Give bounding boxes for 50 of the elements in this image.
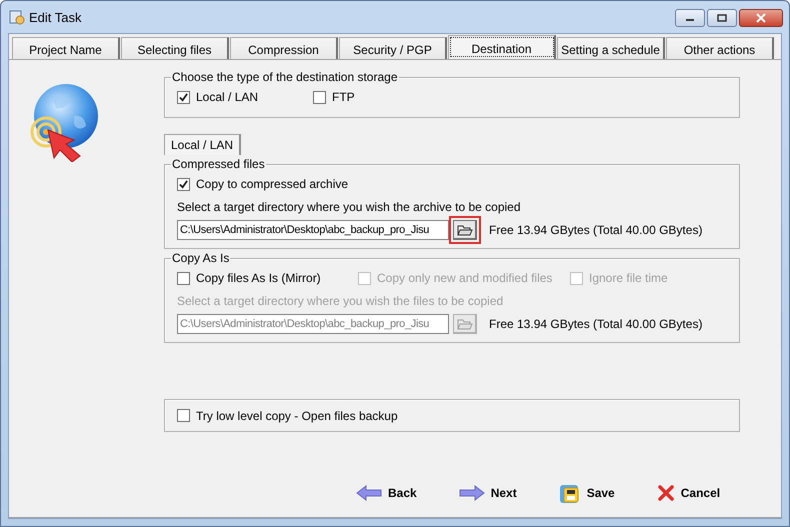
group-label: Compressed files [171,157,266,171]
tab[interactable]: Security / PGP [339,37,447,59]
checkbox-label: Copy only new and modified files [377,271,552,285]
checkbox-label: Copy to compressed archive [196,177,348,191]
app-icon [9,9,25,25]
cancel-button[interactable]: Cancel [654,482,722,504]
checkbox-box[interactable] [177,90,190,104]
checkbox-box[interactable] [177,409,190,422]
checkbox-label: Copy files As Is (Mirror) [196,271,321,285]
right-arrow-icon [458,485,485,501]
folder-icon [456,316,472,330]
close-icon [755,13,767,23]
close-button[interactable] [739,9,783,27]
close-icon [656,484,675,502]
checkbox-label: Local / LAN [196,90,258,104]
tab[interactable]: Destination [448,35,556,59]
free-space-text: Free 13.94 GBytes (Total 40.00 GBytes) [489,317,702,331]
tab[interactable]: Setting a schedule [557,37,665,59]
checkbox-box[interactable] [177,178,190,190]
tab[interactable]: Selecting files [121,37,229,59]
back-button[interactable]: Back [354,483,419,503]
left-arrow-icon [356,485,382,501]
checkbox[interactable]: Local / LAN [177,90,313,104]
checkbox-label: FTP [332,90,355,104]
folder-icon [456,222,472,236]
next-button[interactable]: Next [456,483,519,503]
check-mark-icon [179,92,188,102]
checkbox[interactable]: Copy files As Is (Mirror) [177,271,358,285]
checkbox[interactable]: FTP [313,90,355,104]
checkbox[interactable]: Copy to compressed archive [177,177,358,191]
maximize-icon [717,14,727,22]
instruction-text: Select a target directory where you wish the files to be copied [177,294,504,308]
group-label: Choose the type of the destination storage [171,70,398,84]
instruction-text: Select a target directory where you wish the archive to be copied [177,200,522,214]
checkbox-box[interactable] [177,272,190,284]
browse-button[interactable] [453,220,477,240]
tab[interactable]: Other actions [666,37,774,59]
checkbox-label: Ignore file time [589,271,668,285]
tab[interactable]: Compression [230,37,338,59]
maximize-button[interactable] [707,9,737,27]
tab[interactable]: Project Name [12,37,120,59]
minimize-button[interactable] [675,9,705,27]
save-button[interactable]: Save [556,480,617,506]
path-field[interactable]: C:\Users\Administrator\Desktop\abc_backup_pro_Jisu [177,220,449,240]
window-title: Edit Task [29,10,82,24]
free-space-text: Free 13.94 GBytes (Total 40.00 GBytes) [489,223,702,237]
checkbox-box[interactable] [313,90,326,104]
group-label: Copy As Is [171,251,230,265]
check-mark-icon [179,180,188,188]
tab[interactable]: Local / LAN [164,134,242,155]
